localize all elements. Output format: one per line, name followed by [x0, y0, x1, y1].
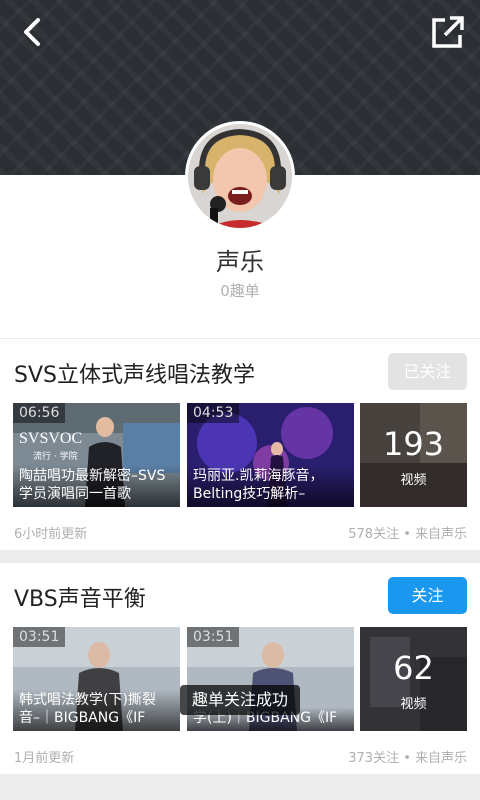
follower-info: 578关注 • 来自声乐: [348, 527, 467, 542]
video-caption: 陶喆唱功最新解密–SVS学员演唱同一首歌: [13, 465, 180, 507]
playlist-card[interactable]: VBS声音平衡 关注 03:51 韩式唱法教学(下)撕裂音–｜BIGBANG《I…: [0, 563, 480, 774]
video-thumbnail[interactable]: 03:51 韩式唱法教学(下)撕裂音–｜BIGBANG《IF: [13, 627, 180, 731]
back-button[interactable]: [14, 12, 54, 52]
video-thumbnail[interactable]: 03:51 学(上)｜BIGBANG《IF: [187, 627, 354, 731]
video-count: 62: [393, 649, 434, 687]
card-title[interactable]: VBS声音平衡: [14, 581, 146, 613]
updated-time: 1月前更新: [14, 751, 75, 766]
video-count-label: 视频: [400, 473, 427, 488]
follow-button[interactable]: 关注: [388, 577, 467, 614]
video-thumbnail[interactable]: 04:53 玛丽亚.凯莉海豚音，Belting技巧解析–: [187, 403, 354, 507]
toast-message: 趣单关注成功: [180, 685, 300, 715]
avatar: [188, 124, 292, 228]
video-caption: 玛丽亚.凯莉海豚音，Belting技巧解析–: [187, 465, 354, 507]
follower-info: 373关注 • 来自声乐: [348, 751, 467, 766]
chevron-left-icon: [24, 18, 40, 46]
video-caption: 韩式唱法教学(下)撕裂音–｜BIGBANG《IF: [13, 689, 180, 731]
share-button[interactable]: [428, 12, 468, 52]
profile-subtitle: 0趣单: [220, 282, 260, 300]
profile-name: 声乐: [216, 248, 264, 276]
video-duration: 03:51: [187, 627, 240, 647]
more-videos-tile[interactable]: 62 视频: [360, 627, 467, 731]
svg-text:SVSVOC: SVSVOC: [19, 430, 82, 447]
share-external-icon: [432, 16, 464, 48]
follow-button[interactable]: 已关注: [388, 353, 467, 390]
video-duration: 06:56: [13, 403, 66, 423]
playlist-card[interactable]: SVS立体式声线唱法教学 已关注 SVSVOC 流行 · 学院 06:56 陶喆…: [0, 339, 480, 550]
svg-text:流行 · 学院: 流行 · 学院: [33, 450, 78, 462]
video-count: 193: [382, 425, 445, 463]
video-thumbnail[interactable]: SVSVOC 流行 · 学院 06:56 陶喆唱功最新解密–SVS学员演唱同一首…: [13, 403, 180, 507]
more-videos-tile[interactable]: 193 视频: [360, 403, 467, 507]
updated-time: 6小时前更新: [14, 527, 88, 542]
card-title[interactable]: SVS立体式声线唱法教学: [14, 357, 255, 389]
video-duration: 04:53: [187, 403, 240, 423]
video-duration: 03:51: [13, 627, 66, 647]
avatar-image: [188, 124, 292, 228]
video-count-label: 视频: [400, 697, 427, 712]
